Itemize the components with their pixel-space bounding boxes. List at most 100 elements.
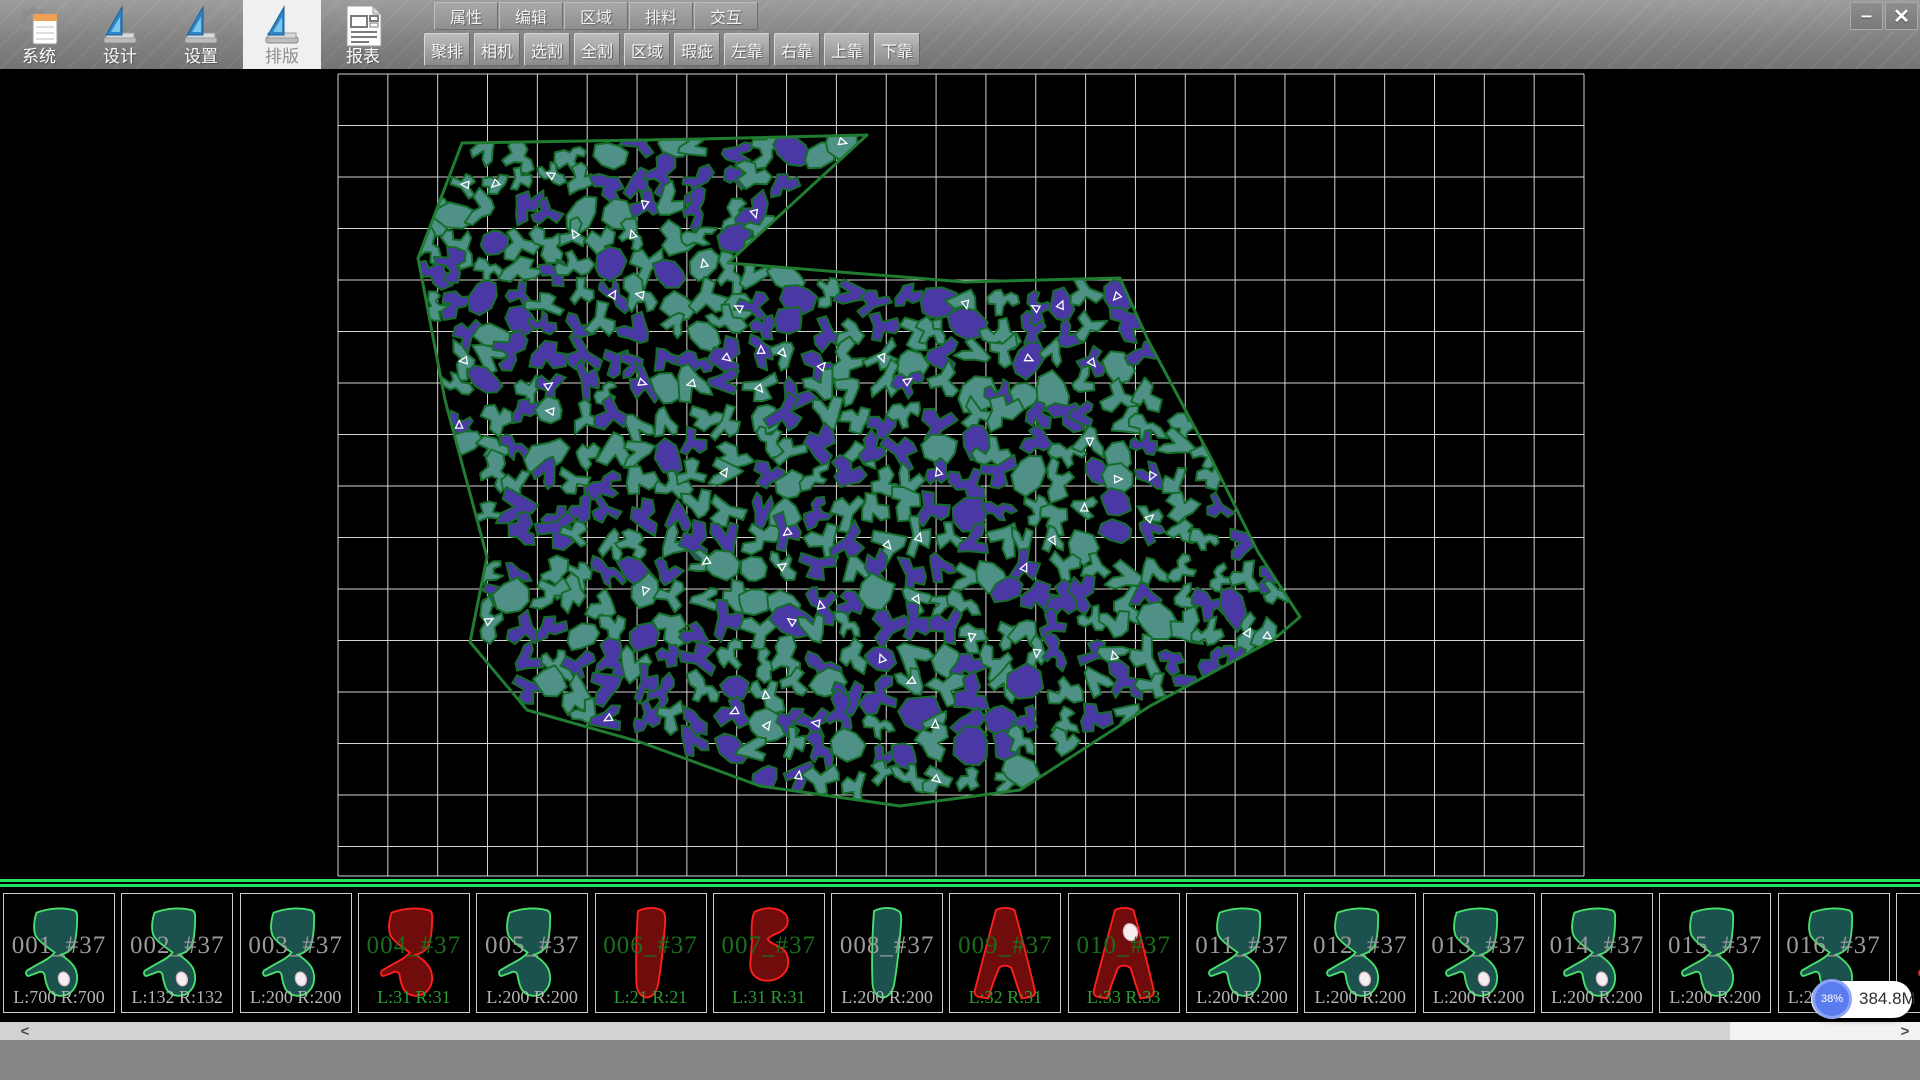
nested-piece[interactable]	[687, 669, 720, 701]
nested-piece[interactable]	[529, 226, 562, 263]
nested-piece[interactable]	[716, 639, 742, 670]
tool-button-5[interactable]: 区域	[624, 33, 670, 66]
part-tile[interactable]: 001_#37 L:700 R:700	[3, 893, 115, 1013]
nested-piece[interactable]	[1140, 521, 1166, 546]
nested-piece[interactable]	[1070, 277, 1106, 306]
nested-piece[interactable]	[742, 373, 778, 402]
part-tile[interactable]: 004_#37 L:31 R:31	[358, 893, 470, 1013]
menu-tab-5[interactable]: 交互	[694, 2, 758, 30]
tool-button-10[interactable]: 下靠	[874, 33, 920, 66]
nested-piece[interactable]	[834, 612, 860, 637]
nested-piece[interactable]	[717, 251, 743, 298]
nested-piece[interactable]	[770, 551, 796, 580]
nested-piece[interactable]	[983, 502, 1017, 521]
nested-piece[interactable]	[780, 667, 808, 696]
horizontal-scrollbar[interactable]: < >	[0, 1022, 1920, 1040]
menu-tab-3[interactable]: 区域	[564, 2, 628, 30]
nested-piece[interactable]	[591, 673, 622, 707]
nested-piece[interactable]	[859, 675, 897, 714]
nested-piece[interactable]	[615, 312, 648, 343]
nested-piece[interactable]	[656, 645, 680, 667]
nested-piece[interactable]	[482, 175, 508, 194]
nested-piece[interactable]	[804, 422, 835, 468]
overlay-memory-badge[interactable]: 38% 384.8M	[1811, 981, 1912, 1018]
nested-piece[interactable]	[1043, 632, 1067, 671]
part-tile[interactable]: 006_#37 L:21 R:21	[595, 893, 707, 1013]
part-tile[interactable]: 003_#37 L:200 R:200	[240, 893, 352, 1013]
nested-piece[interactable]	[690, 588, 719, 610]
nested-piece[interactable]	[895, 283, 922, 306]
part-tile[interactable]: 010_#37 L:33 R:33	[1068, 893, 1180, 1013]
nested-piece[interactable]	[1101, 488, 1131, 515]
tool-button-1[interactable]: 聚排	[424, 33, 470, 66]
nested-piece[interactable]	[593, 143, 628, 169]
scroll-right-arrow-icon[interactable]: >	[1890, 1022, 1920, 1040]
minimize-button[interactable]: –	[1850, 2, 1883, 30]
nested-piece[interactable]	[720, 676, 749, 699]
tool-button-3[interactable]: 选割	[524, 33, 570, 66]
nested-piece[interactable]	[714, 697, 751, 728]
nested-piece[interactable]	[839, 407, 870, 434]
nested-piece[interactable]	[1081, 704, 1113, 732]
nested-piece[interactable]	[1141, 558, 1168, 585]
nested-piece[interactable]	[481, 405, 513, 438]
nested-piece[interactable]	[1230, 529, 1255, 560]
nav-button-5[interactable]: 报表	[324, 0, 402, 69]
nested-piece[interactable]	[516, 642, 544, 671]
menu-tab-2[interactable]: 编辑	[499, 2, 563, 30]
scrollbar-thumb[interactable]	[50, 1022, 1730, 1040]
nested-piece[interactable]	[1071, 497, 1097, 519]
nested-piece[interactable]	[987, 395, 1024, 432]
nested-piece[interactable]	[826, 124, 858, 160]
part-tile[interactable]: 013_#37 L:200 R:200	[1423, 893, 1535, 1013]
nested-piece[interactable]	[469, 280, 497, 315]
part-tile[interactable]: 009_#37 L:32 R:31	[949, 893, 1061, 1013]
nested-piece[interactable]	[706, 550, 740, 580]
nested-piece[interactable]	[739, 589, 772, 615]
nested-piece[interactable]	[987, 290, 1019, 316]
tool-button-9[interactable]: 上靠	[824, 33, 870, 66]
nested-piece[interactable]	[1048, 677, 1083, 704]
part-tile[interactable]: 012_#37 L:200 R:200	[1304, 893, 1416, 1013]
nested-piece[interactable]	[800, 463, 830, 491]
part-tile[interactable]: 005_#37 L:200 R:200	[476, 893, 588, 1013]
nested-piece[interactable]	[471, 136, 495, 167]
nested-piece[interactable]	[655, 407, 678, 437]
nested-piece[interactable]	[956, 767, 979, 791]
part-tile[interactable]: 015_#37 L:200 R:200	[1659, 893, 1771, 1013]
tool-button-8[interactable]: 右靠	[774, 33, 820, 66]
nested-piece[interactable]	[596, 247, 627, 282]
nested-piece[interactable]	[799, 553, 836, 580]
nested-piece[interactable]	[1110, 308, 1143, 344]
nested-piece[interactable]	[771, 174, 800, 197]
nav-button-2[interactable]: 设计	[81, 0, 159, 69]
tool-button-6[interactable]: 瑕疵	[674, 33, 720, 66]
nested-piece[interactable]	[865, 647, 897, 672]
tool-button-4[interactable]: 全割	[574, 33, 620, 66]
nested-piece[interactable]	[1229, 560, 1261, 592]
nested-piece[interactable]	[1166, 492, 1201, 522]
nested-piece[interactable]	[492, 578, 529, 613]
nested-piece[interactable]	[584, 301, 615, 336]
menu-tab-4[interactable]: 排料	[629, 2, 693, 30]
part-tile[interactable]: 007_#37 L:31 R:31	[713, 893, 825, 1013]
nested-piece[interactable]	[1158, 650, 1184, 676]
menu-tab-1[interactable]: 属性	[434, 2, 498, 30]
nested-piece[interactable]	[536, 616, 567, 642]
nested-piece[interactable]	[655, 438, 683, 475]
nested-piece[interactable]	[576, 443, 600, 471]
nested-piece[interactable]	[570, 278, 594, 305]
nested-piece[interactable]	[1098, 519, 1131, 543]
nested-piece[interactable]	[740, 256, 769, 289]
nested-piece[interactable]	[592, 495, 621, 523]
close-button[interactable]: ✕	[1885, 2, 1918, 30]
nested-piece[interactable]	[869, 313, 900, 342]
nested-piece[interactable]	[653, 260, 686, 288]
nested-piece[interactable]	[1135, 461, 1164, 489]
nested-piece[interactable]	[707, 369, 739, 394]
nested-piece[interactable]	[863, 714, 895, 740]
nested-piece[interactable]	[862, 493, 890, 522]
nested-piece[interactable]	[775, 307, 802, 334]
nested-piece[interactable]	[1075, 311, 1107, 343]
nested-piece[interactable]	[813, 396, 843, 429]
